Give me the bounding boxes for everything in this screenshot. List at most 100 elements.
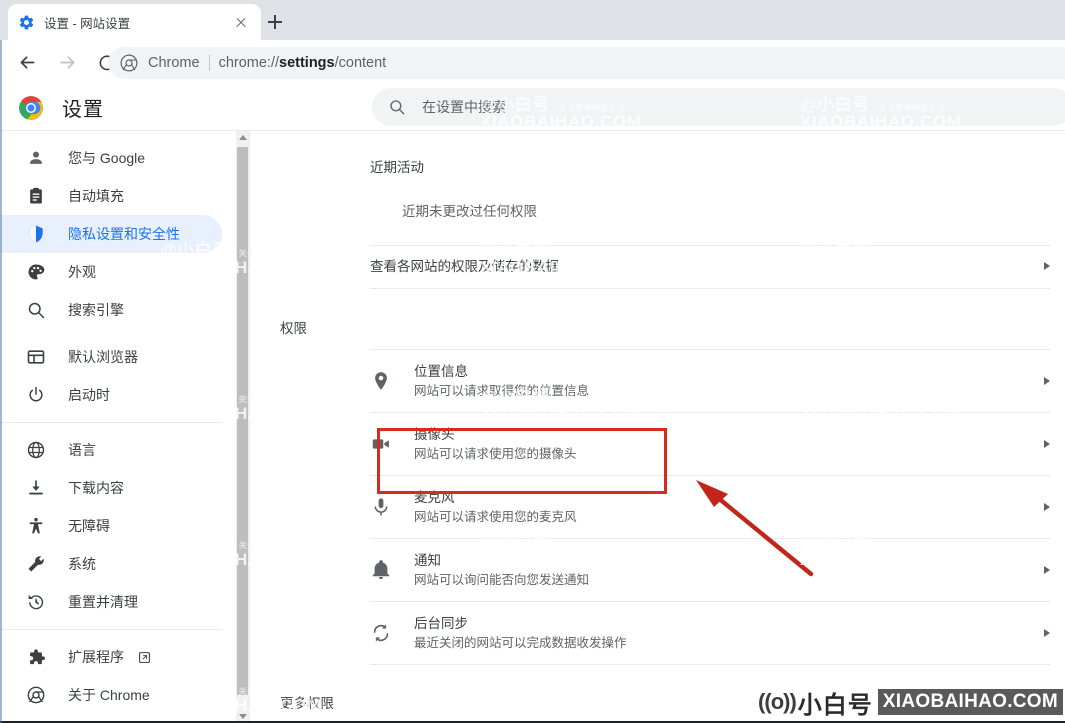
search-icon [26,300,46,320]
sidebar-divider [0,629,222,630]
new-tab-button[interactable] [262,9,288,35]
browser-window-icon [26,347,46,367]
recent-activity-empty: 近期未更改过任何权限 [402,204,537,219]
globe-icon [26,440,46,460]
browser-toolbar: Chrome chrome://settings/content [0,40,1065,85]
settings-header: 设置 在设置中搜索 [0,85,1065,130]
tab-title: 设置 - 网站设置 [44,16,131,31]
more-permissions-label: 更多权限 [280,696,334,711]
sidebar-item-label: 扩展程序 [68,649,124,665]
omnibox-divider [208,55,210,71]
settings-page: 设置 在设置中搜索 您与 Google 自动填充 隐私设置和安全性 外观 搜索引… [0,85,1065,723]
scrollbar-thumb[interactable] [237,147,248,695]
address-bar[interactable]: Chrome chrome://settings/content [108,47,1065,79]
sidebar-scrollbar[interactable] [236,131,249,723]
browser-window: 设置 - 网站设置 Chrome chrome://settings/conte… [0,0,1065,723]
location-pin-icon [370,370,392,392]
wrench-icon [26,554,46,574]
sidebar-item-label: 默认浏览器 [68,349,138,365]
brand-domain: XIAOBAIHAO.COM [877,689,1063,715]
all-sites-label: 查看各网站的权限及储存的数据 [370,258,559,274]
sidebar-item-on-startup[interactable]: 启动时 [0,376,222,414]
url-host: settings [279,55,335,71]
url-path: /content [334,55,387,71]
chevron-right-icon [1030,503,1050,511]
history-restore-icon [26,592,46,612]
all-sites-row[interactable]: 查看各网站的权限及储存的数据 [370,244,1050,288]
sidebar-item-label: 重置并清理 [68,594,138,610]
tab-strip: 设置 - 网站设置 [0,0,1065,40]
sidebar-item-appearance[interactable]: 外观 [0,253,222,291]
permission-row-background-sync[interactable]: 后台同步 最近关闭的网站可以完成数据收发操作 [370,602,1050,664]
chevron-right-icon [1030,377,1050,385]
chrome-logo-icon [18,95,44,121]
back-arrow-icon[interactable] [10,46,44,80]
chevron-right-icon [1030,262,1050,270]
chevron-right-icon [1030,629,1050,637]
window-left-edge [0,40,2,723]
sidebar-item-label: 您与 Google [68,150,146,166]
person-icon [26,148,46,168]
chevron-right-icon [1030,440,1050,448]
sidebar-item-languages[interactable]: 语言 [0,431,222,469]
sidebar-item-default-browser[interactable]: 默认浏览器 [0,338,222,376]
power-icon [26,385,46,405]
puzzle-icon [26,647,46,667]
shield-icon [26,224,46,244]
page-title: 设置 [62,99,104,121]
sidebar-item-accessibility[interactable]: 无障碍 [0,507,222,545]
close-icon[interactable] [231,12,251,32]
chevron-down-icon [238,714,247,719]
sidebar-item-you-and-google[interactable]: 您与 Google [0,139,222,177]
permission-title: 位置信息 [414,363,468,379]
microphone-icon [370,496,392,518]
bell-icon [370,559,392,581]
url-prefix: chrome:// [218,55,280,71]
brand-watermark: ((o)) 小白号 XIAOBAIHAO.COM [758,685,1063,719]
sidebar-item-privacy-and-security[interactable]: 隐私设置和安全性 [0,215,222,253]
chevron-right-icon [1030,566,1050,574]
sidebar-item-downloads[interactable]: 下载内容 [0,469,222,507]
row-divider [370,664,1050,665]
search-input[interactable]: 在设置中搜索 [372,88,1065,126]
permissions-title: 权限 [280,321,307,336]
sidebar-item-label: 语言 [68,442,96,458]
sidebar-item-system[interactable]: 系统 [0,545,222,583]
palette-icon [26,262,46,282]
download-icon [26,478,46,498]
permission-subtitle: 最近关闭的网站可以完成数据收发操作 [414,635,627,650]
sidebar-item-extensions[interactable]: 扩展程序 [0,638,222,676]
browser-tab[interactable]: 设置 - 网站设置 [8,4,261,40]
omnibox-url: chrome://settings/content [219,55,387,71]
chrome-logo-icon [26,685,46,705]
omnibox-chip-label: Chrome [148,55,200,71]
permission-subtitle: 网站可以请求取得您的位置信息 [414,383,590,398]
sidebar-item-label: 系统 [68,556,96,572]
external-link-icon [138,651,151,664]
chevron-up-icon [238,135,247,140]
sidebar-item-search-engine[interactable]: 搜索引擎 [0,291,222,329]
settings-content: 近期活动 近期未更改过任何权限 查看各网站的权限及储存的数据 权限 位置信息 网… [250,131,1065,723]
sidebar-item-label: 隐私设置和安全性 [68,226,180,242]
sidebar-item-label: 搜索引擎 [68,302,124,318]
sync-icon [370,622,392,644]
permission-row-location[interactable]: 位置信息 网站可以请求取得您的位置信息 [370,350,1050,412]
camera-highlight-box [377,428,667,494]
sidebar-item-label: 自动填充 [68,188,124,204]
sidebar-item-label: 关于 Chrome [68,687,150,703]
sidebar-item-reset-and-cleanup[interactable]: 重置并清理 [0,583,222,621]
sidebar-item-about-chrome[interactable]: 关于 Chrome [0,676,222,714]
sidebar-item-autofill[interactable]: 自动填充 [0,177,222,215]
recent-activity-title: 近期活动 [370,160,424,175]
section-divider [370,288,1050,289]
accessibility-icon [26,516,46,536]
chrome-logo-icon [120,54,138,72]
search-placeholder: 在设置中搜索 [422,99,506,115]
wifi-wave-icon: ((o)) [758,689,797,714]
sidebar-item-label: 下载内容 [68,480,124,496]
red-arrow-annotation [696,480,814,577]
clipboard-icon [26,186,46,206]
scroll-up-button[interactable] [236,131,249,144]
permission-title: 后台同步 [414,615,468,631]
